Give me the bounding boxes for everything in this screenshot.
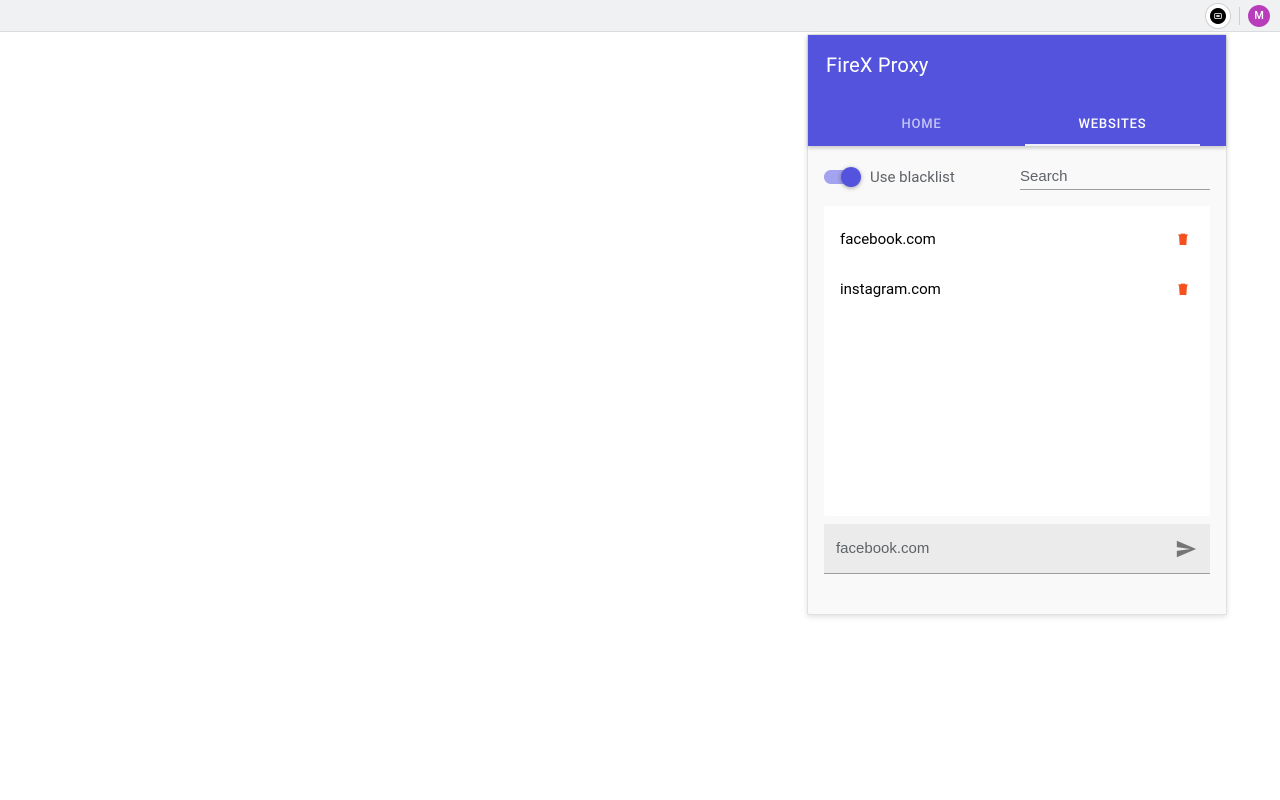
popup-body: Use blacklist facebook.com instagram.com xyxy=(808,146,1226,592)
tab-home[interactable]: HOME xyxy=(826,103,1017,146)
extension-icon xyxy=(1210,8,1226,24)
search-wrap xyxy=(1020,164,1210,190)
list-item-domain: instagram.com xyxy=(840,280,941,298)
tab-websites[interactable]: WEBSITES xyxy=(1017,103,1208,146)
toolbar-divider xyxy=(1239,7,1240,25)
add-website-button[interactable] xyxy=(1172,535,1200,563)
add-website-row xyxy=(824,524,1210,574)
profile-avatar[interactable]: M xyxy=(1248,5,1270,27)
trash-icon xyxy=(1175,230,1191,248)
search-input[interactable] xyxy=(1020,164,1210,190)
add-website-input[interactable] xyxy=(836,540,1172,557)
popup-title: FireX Proxy xyxy=(826,53,1208,77)
toggle-knob xyxy=(841,167,861,187)
trash-icon xyxy=(1175,280,1191,298)
blacklist-toggle[interactable] xyxy=(824,170,858,184)
extension-popup: FireX Proxy HOME WEBSITES Use blacklist … xyxy=(807,34,1227,615)
blacklist-toggle-label: Use blacklist xyxy=(870,168,955,186)
browser-toolbar: M xyxy=(0,0,1280,32)
popup-footer-padding xyxy=(808,592,1226,614)
send-icon xyxy=(1175,538,1197,560)
controls-row: Use blacklist xyxy=(824,164,1210,190)
list-item: facebook.com xyxy=(824,214,1210,264)
popup-tabs: HOME WEBSITES xyxy=(826,103,1208,146)
list-item: instagram.com xyxy=(824,264,1210,314)
extension-button[interactable] xyxy=(1205,3,1231,29)
delete-button[interactable] xyxy=(1172,228,1194,250)
website-list: facebook.com instagram.com xyxy=(824,206,1210,516)
popup-header: FireX Proxy HOME WEBSITES xyxy=(808,35,1226,146)
list-item-domain: facebook.com xyxy=(840,230,936,248)
delete-button[interactable] xyxy=(1172,278,1194,300)
